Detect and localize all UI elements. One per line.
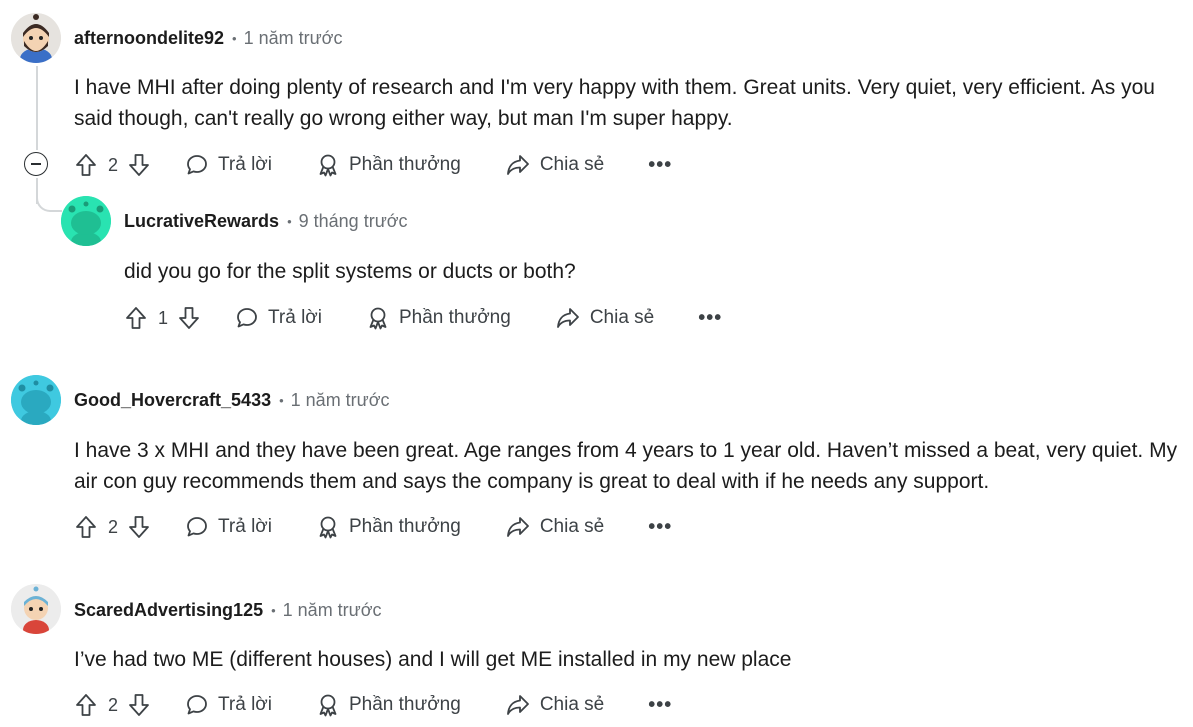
share-label: Chia sẻ bbox=[539, 154, 605, 175]
award-button[interactable]: Phần thưởng bbox=[366, 306, 511, 330]
vote-group: 2 bbox=[74, 693, 151, 717]
more-options-icon: ••• bbox=[648, 153, 673, 176]
upvote-icon[interactable] bbox=[74, 153, 98, 177]
downvote-icon[interactable] bbox=[127, 693, 151, 717]
vote-count: 1 bbox=[158, 307, 169, 328]
reply-button[interactable]: Trả lời bbox=[185, 693, 272, 717]
author-name[interactable]: ScaredAdvertising125 bbox=[74, 600, 263, 621]
meta-separator: • bbox=[232, 30, 237, 46]
minus-icon bbox=[31, 163, 41, 165]
award-icon bbox=[316, 515, 340, 539]
speech-bubble-icon bbox=[185, 515, 209, 539]
more-options-icon: ••• bbox=[648, 693, 673, 716]
speech-bubble-icon bbox=[235, 306, 259, 330]
comment-body: I have 3 x MHI and they have been great.… bbox=[74, 439, 1178, 493]
meta-separator: • bbox=[279, 392, 284, 408]
thread-branch-curve bbox=[36, 186, 62, 212]
award-label: Phần thưởng bbox=[349, 516, 461, 537]
speech-bubble-icon bbox=[185, 693, 209, 717]
speech-bubble-icon bbox=[185, 153, 209, 177]
vote-group: 2 bbox=[74, 515, 151, 539]
more-options-button[interactable]: ••• bbox=[648, 154, 672, 177]
award-button[interactable]: Phần thưởng bbox=[316, 693, 461, 717]
avatar[interactable] bbox=[11, 375, 61, 425]
timestamp[interactable]: 9 tháng trước bbox=[299, 211, 408, 232]
share-label: Chia sẻ bbox=[589, 307, 655, 328]
award-button[interactable]: Phần thưởng bbox=[316, 153, 461, 177]
comment-body: I’ve had two ME (different houses) and I… bbox=[74, 648, 792, 671]
award-label: Phần thưởng bbox=[349, 154, 461, 175]
reply-button[interactable]: Trả lời bbox=[185, 153, 272, 177]
award-icon bbox=[366, 306, 390, 330]
author-name[interactable]: afternoondelite92 bbox=[74, 28, 224, 49]
share-arrow-icon bbox=[505, 515, 531, 539]
downvote-icon[interactable] bbox=[127, 153, 151, 177]
avatar[interactable] bbox=[11, 13, 61, 63]
reply-button[interactable]: Trả lời bbox=[185, 515, 272, 539]
more-options-button[interactable]: ••• bbox=[648, 694, 672, 717]
timestamp[interactable]: 1 năm trước bbox=[244, 28, 343, 49]
upvote-icon[interactable] bbox=[124, 306, 148, 330]
comment-body: I have MHI after doing plenty of researc… bbox=[74, 76, 1155, 130]
meta-separator: • bbox=[287, 213, 292, 229]
share-label: Chia sẻ bbox=[539, 694, 605, 715]
meta-separator: • bbox=[271, 602, 276, 618]
author-name[interactable]: Good_Hovercraft_5433 bbox=[74, 390, 271, 411]
vote-group: 1 bbox=[124, 306, 201, 330]
more-options-button[interactable]: ••• bbox=[648, 516, 672, 539]
author-name[interactable]: LucrativeRewards bbox=[124, 211, 279, 232]
share-arrow-icon bbox=[505, 693, 531, 717]
vote-group: 2 bbox=[74, 153, 151, 177]
share-arrow-icon bbox=[505, 153, 531, 177]
share-button[interactable]: Chia sẻ bbox=[505, 515, 604, 539]
award-icon bbox=[316, 693, 340, 717]
share-button[interactable]: Chia sẻ bbox=[505, 693, 604, 717]
reply-label: Trả lời bbox=[218, 516, 272, 537]
upvote-icon[interactable] bbox=[74, 515, 98, 539]
award-button[interactable]: Phần thưởng bbox=[316, 515, 461, 539]
downvote-icon[interactable] bbox=[127, 515, 151, 539]
upvote-icon[interactable] bbox=[74, 693, 98, 717]
award-icon bbox=[316, 153, 340, 177]
reply-button[interactable]: Trả lời bbox=[235, 306, 322, 330]
avatar[interactable] bbox=[61, 196, 111, 246]
more-options-icon: ••• bbox=[698, 306, 723, 329]
vote-count: 2 bbox=[108, 516, 119, 537]
avatar[interactable] bbox=[11, 584, 61, 634]
comment-body: did you go for the split systems or duct… bbox=[124, 260, 576, 283]
award-label: Phần thưởng bbox=[349, 694, 461, 715]
vote-count: 2 bbox=[108, 154, 119, 175]
timestamp[interactable]: 1 năm trước bbox=[283, 600, 382, 621]
reply-label: Trả lời bbox=[218, 154, 272, 175]
vote-count: 2 bbox=[108, 694, 119, 715]
share-label: Chia sẻ bbox=[539, 516, 605, 537]
share-button[interactable]: Chia sẻ bbox=[555, 306, 654, 330]
award-label: Phần thưởng bbox=[399, 307, 511, 328]
more-options-button[interactable]: ••• bbox=[698, 307, 722, 330]
share-arrow-icon bbox=[555, 306, 581, 330]
collapse-thread-button[interactable] bbox=[24, 152, 48, 176]
more-options-icon: ••• bbox=[648, 515, 673, 538]
reply-label: Trả lời bbox=[268, 307, 322, 328]
timestamp[interactable]: 1 năm trước bbox=[291, 390, 390, 411]
reply-label: Trả lời bbox=[218, 694, 272, 715]
downvote-icon[interactable] bbox=[177, 306, 201, 330]
thread-line bbox=[36, 66, 38, 150]
share-button[interactable]: Chia sẻ bbox=[505, 153, 604, 177]
